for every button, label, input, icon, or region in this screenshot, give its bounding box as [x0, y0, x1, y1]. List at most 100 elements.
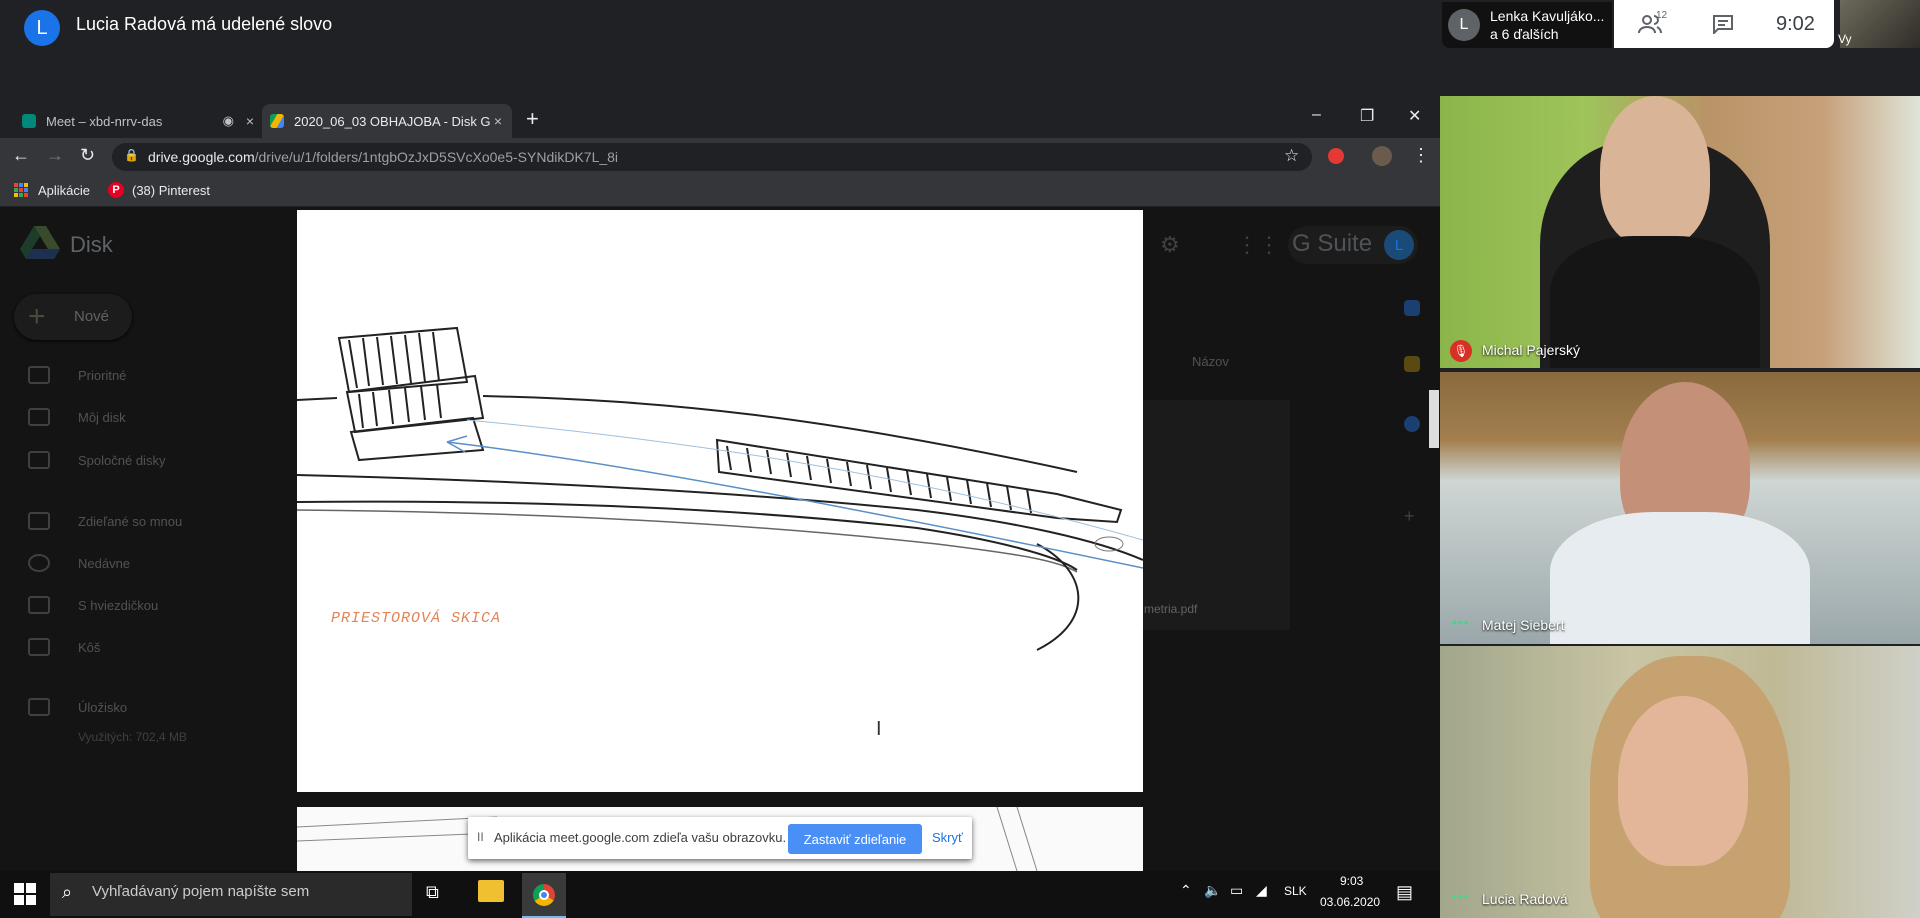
check-icon: [28, 366, 50, 384]
participant-name-3: Lucia Radová: [1482, 891, 1568, 907]
video-tile-matej[interactable]: [1440, 372, 1920, 644]
active-speaker-text: Lucia Radová má udelené slovo: [76, 14, 333, 34]
face-shape: [1618, 696, 1748, 866]
file-explorer-icon[interactable]: [478, 880, 504, 902]
sidebar-item-trash[interactable]: Kôš: [28, 638, 100, 656]
account-avatar[interactable]: L: [1384, 230, 1414, 260]
new-tab-button[interactable]: +: [526, 106, 539, 132]
forward-icon[interactable]: →: [46, 145, 64, 166]
video-tile-michal[interactable]: [1440, 96, 1920, 368]
apps-grid-icon[interactable]: ⋮⋮: [1236, 232, 1280, 258]
speaking-dots-icon: •••: [1452, 614, 1470, 630]
sidebar-item-my-drive[interactable]: Môj disk: [28, 408, 126, 426]
meet-icon: [22, 114, 36, 128]
tab-drive[interactable]: 2020_06_03 OBHAJOBA - Disk G ×: [262, 104, 512, 138]
meet-clock: 9:02: [1776, 13, 1815, 35]
taskbar-search-placeholder: Vyhľadávaný pojem napíšte sem: [92, 883, 310, 900]
keep-icon[interactable]: [1404, 356, 1420, 372]
bookmark-star-icon[interactable]: ☆: [1284, 146, 1299, 166]
participant-others: a 6 ďalších: [1490, 26, 1559, 42]
shirt-shape: [1550, 512, 1810, 644]
scrollbar-thumb[interactable]: [1429, 390, 1439, 448]
close-tab-icon[interactable]: ×: [494, 113, 502, 129]
close-window-button[interactable]: ✕: [1408, 106, 1421, 126]
language-indicator[interactable]: SLK: [1284, 884, 1307, 898]
tray-time[interactable]: 9:03: [1340, 874, 1363, 888]
plus-icon: +: [28, 300, 46, 333]
sidebar-item-storage[interactable]: Úložisko: [28, 698, 127, 716]
volume-icon[interactable]: 🔈: [1204, 882, 1221, 899]
speaking-dots-icon: •••: [1452, 888, 1470, 904]
network-icon[interactable]: ◢: [1256, 882, 1267, 899]
drive-logo-icon: [20, 226, 60, 260]
tray-chevron-icon[interactable]: ⌃: [1180, 882, 1192, 899]
bookmark-pinterest[interactable]: (38) Pinterest: [132, 183, 210, 198]
participant-name-2: Matej Siebert: [1482, 617, 1565, 633]
gsuite-label: G Suite: [1292, 230, 1373, 257]
tab-title: 2020_06_03 OBHAJOBA - Disk G: [294, 113, 491, 129]
drive-title: Disk: [70, 232, 113, 257]
reload-icon[interactable]: ↻: [80, 145, 95, 166]
muted-mic-icon: 🎙: [1450, 340, 1472, 362]
new-button-label: Nové: [74, 308, 110, 325]
drag-handle-icon[interactable]: II: [477, 830, 484, 844]
extension-icon[interactable]: [1328, 148, 1344, 164]
chrome-center-icon: [539, 890, 549, 900]
pinterest-icon[interactable]: P: [108, 182, 124, 198]
people-icon: [28, 512, 50, 530]
file-preview-page: [297, 210, 1143, 792]
windows-start-icon[interactable]: [14, 883, 36, 905]
sidebar-item-starred[interactable]: S hviezdičkou: [28, 596, 158, 614]
apps-grid-icon[interactable]: [14, 183, 28, 197]
sketch-caption: PRIESTOROVÁ SKICA: [331, 610, 502, 627]
chat-icon[interactable]: [1712, 14, 1734, 36]
sidebar-item-shared-drives[interactable]: Spoločné disky: [28, 451, 165, 469]
bookmarks-bar: [0, 174, 1440, 207]
tasks-icon[interactable]: [1404, 416, 1420, 432]
sketch-drawing: [297, 326, 1143, 651]
minimize-button[interactable]: –: [1312, 106, 1321, 124]
sidebar-item-priority[interactable]: Prioritné: [28, 366, 126, 384]
shirt-shape: [1550, 236, 1760, 368]
settings-gear-icon[interactable]: ⚙: [1160, 232, 1180, 258]
stop-sharing-button[interactable]: Zastaviť zdieľanie: [788, 824, 922, 854]
self-label: Vy: [1838, 32, 1852, 46]
lock-icon[interactable]: 🔒: [124, 148, 139, 162]
menu-dots-icon[interactable]: ⋮: [1412, 145, 1430, 166]
storage-used: Využitých: 702,4 MB: [78, 730, 187, 744]
participant-name-1: Michal Pajerský: [1482, 342, 1581, 358]
sidebar-item-shared-with-me[interactable]: Zdieľané so mnou: [28, 512, 182, 530]
video-tile-lucia[interactable]: [1440, 646, 1920, 918]
sidebar-item-recent[interactable]: Nedávne: [28, 554, 130, 572]
restore-button[interactable]: ❐: [1360, 106, 1374, 126]
sort-by-name[interactable]: Názov: [1192, 354, 1229, 369]
file-card[interactable]: [1140, 400, 1290, 630]
people-count: 12: [1656, 10, 1668, 21]
hide-banner-button[interactable]: Skryť: [932, 830, 963, 845]
face-shape: [1600, 96, 1710, 246]
calendar-icon[interactable]: [1404, 300, 1420, 316]
self-video-thumbnail[interactable]: [1840, 0, 1920, 48]
task-view-icon[interactable]: ⧉: [426, 882, 439, 903]
tab-meet[interactable]: Meet – xbd-nrrv-das ◉ ×: [14, 104, 264, 138]
text-cursor-icon: I: [876, 718, 882, 740]
participant-name: Lenka Kavuljáko...: [1490, 8, 1605, 24]
search-icon: ⌕: [62, 882, 73, 902]
notifications-icon[interactable]: ▤: [1396, 882, 1413, 903]
tray-date[interactable]: 03.06.2020: [1320, 895, 1380, 909]
drive-icon: [28, 408, 50, 426]
star-icon: [28, 596, 50, 614]
storage-icon: [28, 698, 50, 716]
drive-icon: [270, 114, 284, 128]
back-icon[interactable]: ←: [12, 145, 30, 166]
close-tab-icon[interactable]: ×: [246, 113, 254, 129]
clock-icon: [28, 554, 50, 572]
url-text: drive.google.com/drive/u/1/folders/1ntgb…: [148, 149, 619, 165]
add-addon-icon[interactable]: +: [1404, 506, 1415, 527]
battery-icon[interactable]: ▭: [1230, 882, 1243, 899]
speaker-avatar: L: [24, 10, 60, 46]
profile-avatar[interactable]: [1372, 146, 1392, 166]
bookmark-apps[interactable]: Aplikácie: [38, 183, 90, 198]
tab-title: Meet – xbd-nrrv-das: [46, 113, 163, 129]
shared-drive-icon: [28, 451, 50, 469]
